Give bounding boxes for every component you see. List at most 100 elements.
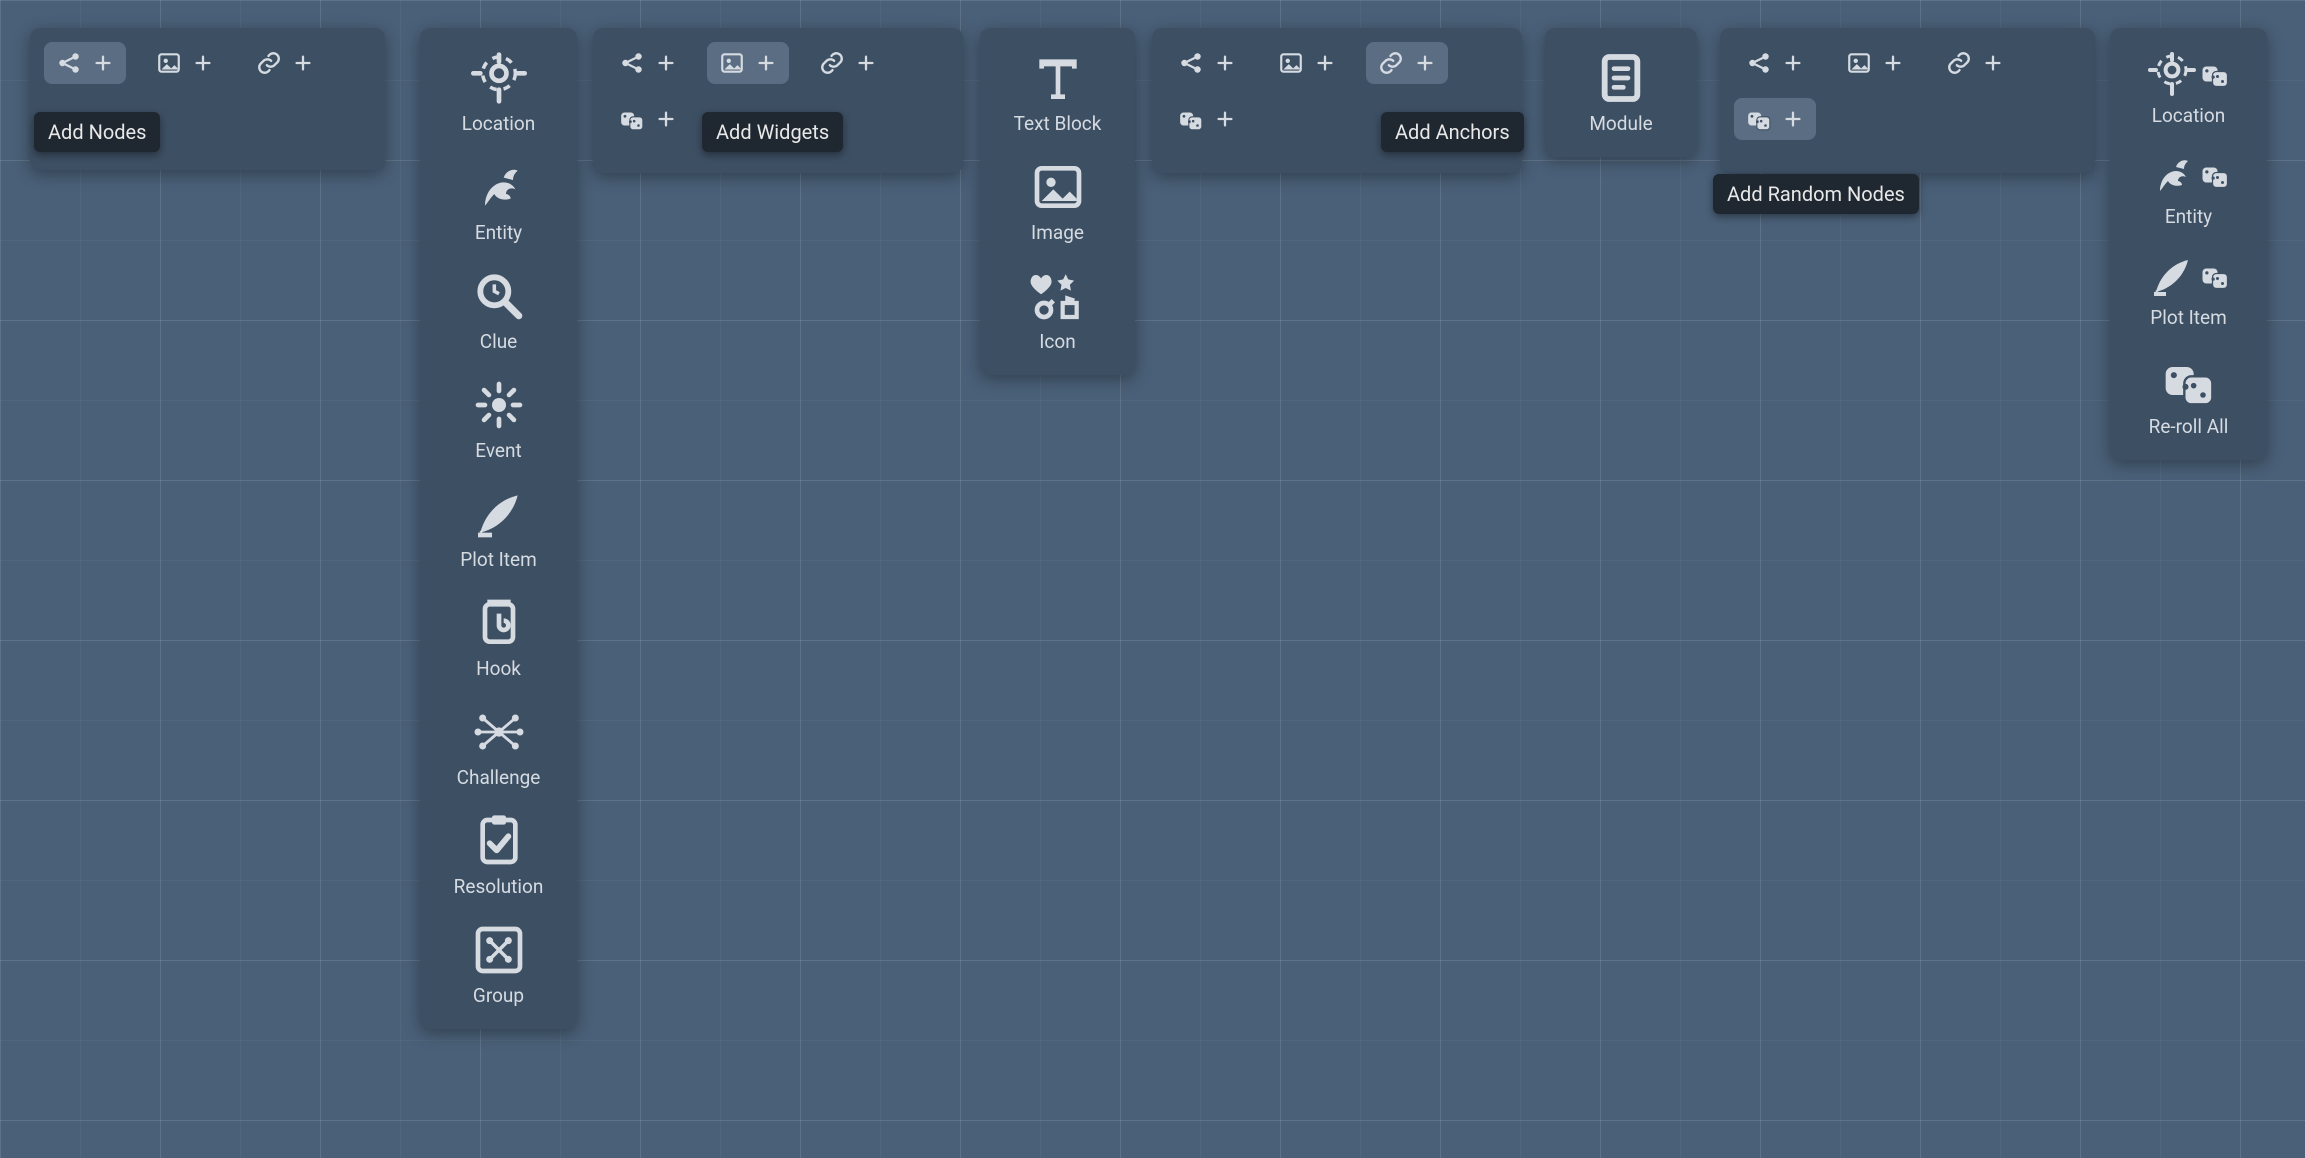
add-widgets-button[interactable] bbox=[707, 42, 789, 84]
widget-icon-label: Icon bbox=[1039, 330, 1075, 353]
node-hook-label: Hook bbox=[476, 657, 521, 680]
magnifier-icon bbox=[471, 268, 527, 324]
plus-icon bbox=[1782, 52, 1804, 74]
share-icon bbox=[619, 50, 645, 76]
toolbar-row bbox=[44, 42, 371, 84]
anchor-module[interactable]: Module bbox=[1571, 50, 1671, 135]
toolbar-panel-4 bbox=[1720, 28, 2095, 173]
image-icon bbox=[719, 50, 745, 76]
widget-icon[interactable]: Icon bbox=[1008, 268, 1108, 353]
plus-icon bbox=[192, 52, 214, 74]
add-widgets-button[interactable] bbox=[144, 42, 226, 84]
random-reroll-all-label: Re-roll All bbox=[2149, 415, 2229, 438]
node-plot-item-label: Plot Item bbox=[460, 548, 537, 571]
network-icon bbox=[471, 704, 527, 760]
tooltip-add-anchors: Add Anchors bbox=[1381, 112, 1524, 152]
toolbar-row bbox=[1166, 42, 1508, 84]
add-random-nodes-button[interactable] bbox=[1734, 98, 1816, 140]
image-icon bbox=[1030, 159, 1086, 215]
plus-icon bbox=[1214, 108, 1236, 130]
add-nodes-button[interactable] bbox=[607, 42, 689, 84]
add-anchors-button[interactable] bbox=[807, 42, 889, 84]
add-anchors-button[interactable] bbox=[1934, 42, 2016, 84]
plus-icon bbox=[292, 52, 314, 74]
widget-text-block-label: Text Block bbox=[1014, 112, 1102, 135]
dice-icon bbox=[2200, 59, 2230, 89]
random-plot-item[interactable]: Plot Item bbox=[2139, 252, 2239, 329]
image-icon bbox=[156, 50, 182, 76]
plus-icon bbox=[1414, 52, 1436, 74]
link-icon bbox=[256, 50, 282, 76]
image-icon bbox=[1846, 50, 1872, 76]
random-node-menu: Location Entity Plot Item Re-roll All bbox=[2110, 28, 2267, 460]
node-group-label: Group bbox=[473, 984, 524, 1007]
add-widgets-button[interactable] bbox=[1266, 42, 1348, 84]
dice-icon bbox=[2200, 261, 2230, 291]
toolbar-row bbox=[607, 42, 949, 84]
node-hook[interactable]: Hook bbox=[449, 595, 549, 680]
image-icon bbox=[1278, 50, 1304, 76]
plus-icon bbox=[1214, 52, 1236, 74]
widget-text-block[interactable]: Text Block bbox=[1008, 50, 1108, 135]
plus-icon bbox=[1982, 52, 2004, 74]
burst-icon bbox=[471, 377, 527, 433]
quill-icon bbox=[2148, 252, 2196, 300]
add-widgets-button[interactable] bbox=[1834, 42, 1916, 84]
random-reroll-all[interactable]: Re-roll All bbox=[2139, 353, 2239, 438]
node-clue[interactable]: Clue bbox=[449, 268, 549, 353]
dice-icon bbox=[2161, 353, 2217, 409]
add-random-nodes-button[interactable] bbox=[607, 98, 689, 140]
add-anchors-button[interactable] bbox=[1366, 42, 1448, 84]
dice-icon bbox=[619, 106, 645, 132]
node-resolution-label: Resolution bbox=[454, 875, 544, 898]
location-icon bbox=[2148, 50, 2196, 98]
clipboard-check-icon bbox=[471, 813, 527, 869]
dice-icon bbox=[1746, 106, 1772, 132]
icon-pair bbox=[2148, 50, 2230, 98]
node-location[interactable]: Location bbox=[449, 50, 549, 135]
add-nodes-button[interactable] bbox=[44, 42, 126, 84]
location-icon bbox=[471, 50, 527, 106]
plus-icon bbox=[855, 52, 877, 74]
add-anchors-button[interactable] bbox=[244, 42, 326, 84]
widget-menu: Text Block Image Icon bbox=[980, 28, 1135, 375]
link-icon bbox=[1946, 50, 1972, 76]
node-type-menu: Location Entity Clue Event Plot Item Hoo… bbox=[420, 28, 577, 1029]
node-challenge[interactable]: Challenge bbox=[449, 704, 549, 789]
random-location[interactable]: Location bbox=[2139, 50, 2239, 127]
toolbar-row bbox=[1734, 42, 2081, 84]
node-location-label: Location bbox=[462, 112, 536, 135]
quill-icon bbox=[471, 486, 527, 542]
share-icon bbox=[1178, 50, 1204, 76]
icon-pair bbox=[2148, 252, 2230, 300]
tooltip-add-random-nodes: Add Random Nodes bbox=[1713, 174, 1919, 214]
node-entity[interactable]: Entity bbox=[449, 159, 549, 244]
dice-icon bbox=[2200, 160, 2230, 190]
link-icon bbox=[819, 50, 845, 76]
anchor-menu: Module bbox=[1545, 28, 1697, 157]
node-event[interactable]: Event bbox=[449, 377, 549, 462]
toolbar-row-2 bbox=[1734, 98, 2081, 140]
tooltip-add-widgets: Add Widgets bbox=[702, 112, 843, 152]
node-resolution[interactable]: Resolution bbox=[449, 813, 549, 898]
node-entity-label: Entity bbox=[475, 221, 522, 244]
node-plot-item[interactable]: Plot Item bbox=[449, 486, 549, 571]
plus-icon bbox=[92, 52, 114, 74]
add-nodes-button[interactable] bbox=[1166, 42, 1248, 84]
dice-icon bbox=[1178, 106, 1204, 132]
dragon-icon bbox=[471, 159, 527, 215]
add-random-nodes-button[interactable] bbox=[1166, 98, 1248, 140]
random-entity[interactable]: Entity bbox=[2139, 151, 2239, 228]
random-plot-item-label: Plot Item bbox=[2150, 306, 2227, 329]
hook-icon bbox=[471, 595, 527, 651]
node-event-label: Event bbox=[475, 439, 521, 462]
add-nodes-button[interactable] bbox=[1734, 42, 1816, 84]
plus-icon bbox=[655, 52, 677, 74]
node-group[interactable]: Group bbox=[449, 922, 549, 1007]
share-icon bbox=[56, 50, 82, 76]
plus-icon bbox=[1782, 108, 1804, 130]
plus-icon bbox=[655, 108, 677, 130]
widget-image[interactable]: Image bbox=[1008, 159, 1108, 244]
node-clue-label: Clue bbox=[480, 330, 518, 353]
widget-image-label: Image bbox=[1031, 221, 1084, 244]
